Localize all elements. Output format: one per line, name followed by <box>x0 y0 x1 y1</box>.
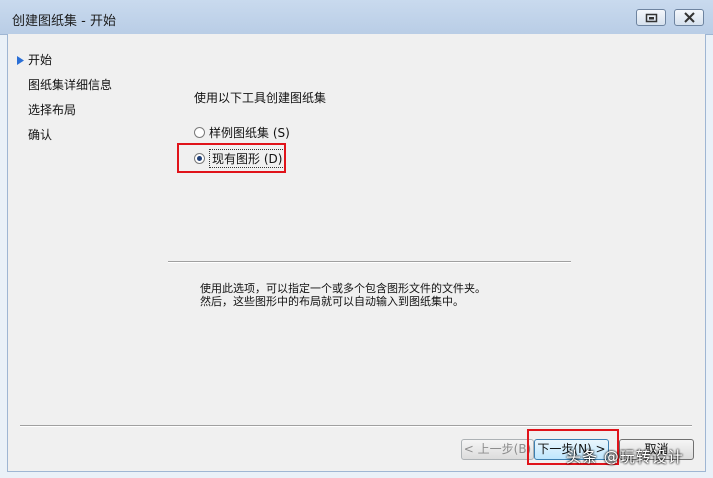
restore-button[interactable] <box>636 9 666 26</box>
close-icon <box>684 12 695 23</box>
step-choose-layouts[interactable]: 选择布局 <box>8 98 158 123</box>
option-example-sheet-set[interactable]: 样例图纸集 (S) <box>194 123 290 141</box>
step-confirm[interactable]: 确认 <box>8 123 158 148</box>
step-label: 开始 <box>28 53 53 67</box>
content-divider <box>168 261 571 263</box>
section-heading: 使用以下工具创建图纸集 <box>194 91 327 105</box>
step-sheet-set-details[interactable]: 图纸集详细信息 <box>8 73 158 98</box>
close-button[interactable] <box>674 9 704 26</box>
back-button[interactable]: < 上一步(B) <box>461 439 534 460</box>
wizard-steps: 开始 图纸集详细信息 选择布局 确认 <box>8 48 158 148</box>
restore-icon <box>645 13 658 23</box>
step-label: 图纸集详细信息 <box>28 78 113 92</box>
window-title: 创建图纸集 - 开始 <box>12 14 116 29</box>
watermark-text: 头条 @玩转设计 <box>566 448 684 466</box>
dialog-body: 开始 图纸集详细信息 选择布局 确认 使用以下工具创建图纸集 样例图纸集 (S)… <box>7 34 706 472</box>
option-description: 使用此选项，可以指定一个或多个包含图形文件的文件夹。 然后，这些图形中的布局就可… <box>200 282 486 308</box>
step-label: 确认 <box>28 128 53 142</box>
title-bar: 创建图纸集 - 开始 <box>0 0 713 35</box>
option-label: 样例图纸集 (S) <box>209 125 290 140</box>
radio-example-sheet-set[interactable] <box>194 126 205 138</box>
description-line: 使用此选项，可以指定一个或多个包含图形文件的文件夹。 <box>200 282 486 295</box>
step-start[interactable]: 开始 <box>8 48 158 73</box>
current-step-arrow-icon <box>17 56 24 65</box>
step-label: 选择布局 <box>28 103 77 117</box>
annotation-highlight-existing-drawings <box>177 143 286 173</box>
footer-divider <box>20 425 692 427</box>
description-line: 然后，这些图形中的布局就可以自动输入到图纸集中。 <box>200 295 464 308</box>
